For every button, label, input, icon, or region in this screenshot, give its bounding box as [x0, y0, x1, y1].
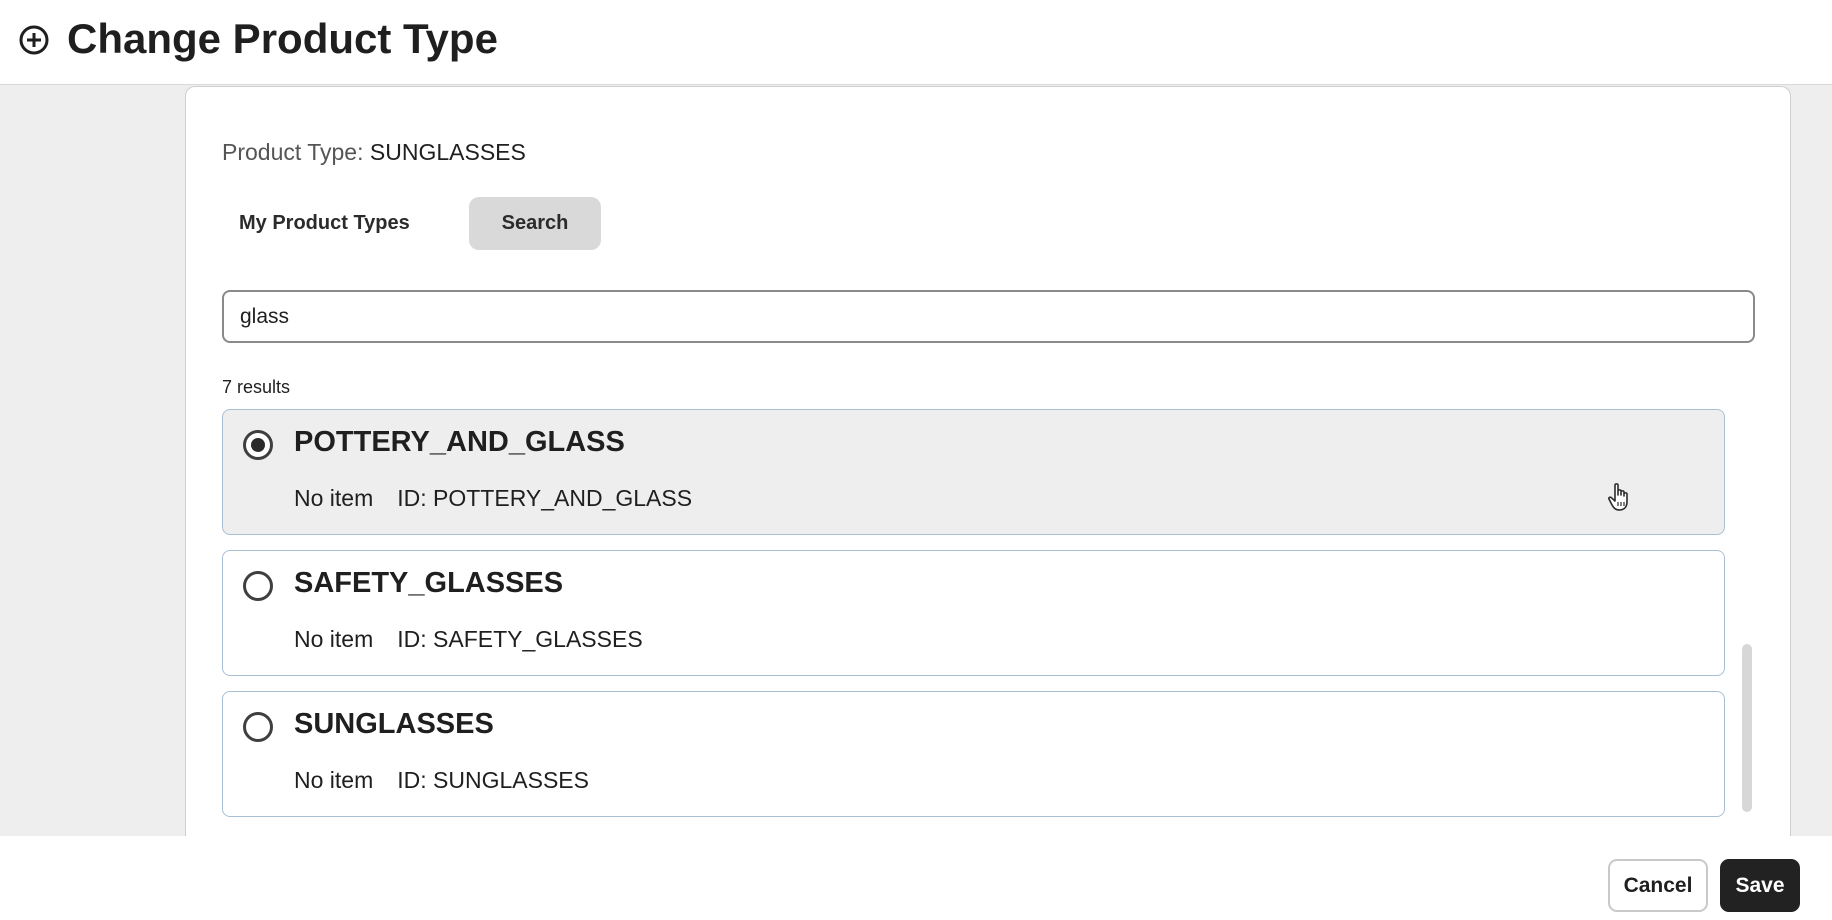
result-meta: No item ID: SUNGLASSES	[294, 765, 589, 795]
tab-search[interactable]: Search	[469, 197, 601, 250]
result-id: ID: SAFETY_GLASSES	[397, 626, 643, 652]
result-name: POTTERY_AND_GLASS	[294, 426, 625, 458]
radio-dot	[251, 438, 265, 452]
radio-button-selected[interactable]	[243, 430, 273, 460]
result-item-safety-glasses[interactable]: SAFETY_GLASSES No item ID: SAFETY_GLASSES	[222, 550, 1725, 676]
page-title: Change Product Type	[67, 15, 498, 62]
hand-cursor-icon	[1608, 483, 1628, 511]
result-name: SUNGLASSES	[294, 708, 494, 740]
result-meta: No item ID: POTTERY_AND_GLASS	[294, 483, 692, 513]
product-type-value: SUNGLASSES	[369, 139, 526, 165]
result-status: No item	[294, 626, 374, 652]
cancel-button[interactable]: Cancel	[1608, 859, 1708, 912]
results-scrollbar[interactable]	[1742, 644, 1752, 812]
dialog-footer: Cancel Save	[0, 836, 1832, 920]
result-name: SAFETY_GLASSES	[294, 567, 564, 599]
save-button[interactable]: Save	[1720, 859, 1800, 912]
result-item-sunglasses[interactable]: SUNGLASSES No item ID: SUNGLASSES	[222, 691, 1725, 817]
current-product-type: Product Type: SUNGLASSES	[222, 137, 526, 167]
results-count: 7 results	[222, 377, 291, 397]
dialog-header: Change Product Type	[0, 0, 1832, 85]
result-id: ID: POTTERY_AND_GLASS	[397, 485, 693, 511]
result-status: No item	[294, 767, 374, 793]
radio-button[interactable]	[243, 712, 273, 742]
result-id: ID: SUNGLASSES	[397, 767, 589, 793]
add-circle-icon	[19, 25, 49, 55]
result-meta: No item ID: SAFETY_GLASSES	[294, 624, 643, 654]
radio-button[interactable]	[243, 571, 273, 601]
product-type-panel: Product Type: SUNGLASSES My Product Type…	[185, 86, 1791, 836]
result-item-pottery-and-glass[interactable]: POTTERY_AND_GLASS No item ID: POTTERY_AND…	[222, 409, 1725, 535]
product-type-label: Product Type:	[222, 139, 364, 165]
result-status: No item	[294, 485, 374, 511]
content-area: Product Type: SUNGLASSES My Product Type…	[0, 85, 1832, 836]
tab-my-product-types[interactable]: My Product Types	[222, 197, 422, 250]
search-input[interactable]	[222, 290, 1755, 343]
